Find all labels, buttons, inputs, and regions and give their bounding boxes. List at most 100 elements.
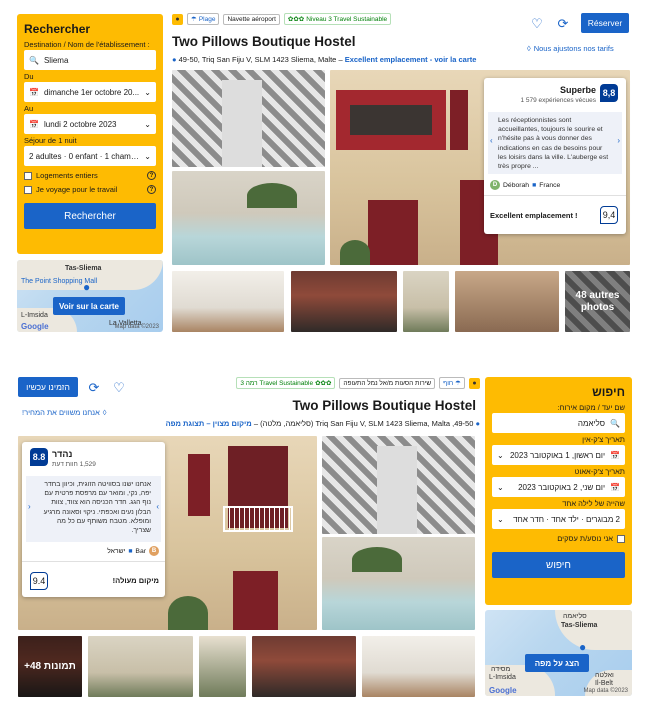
checkout-date-field[interactable]: 📅 יום שני, 2 באוקטובר 2023 ⌄ [492,477,625,497]
calendar-icon: 📅 [610,450,620,460]
map-link[interactable]: מיקום מצוין – תצוגת מפה [166,419,252,428]
photo-thumbnail[interactable] [403,271,449,332]
price-match-link[interactable]: ◊ Nous ajustons nos tarifs [527,44,614,53]
map-pin-icon: ● [579,640,587,654]
leaf-icon: ✿✿✿ [287,16,305,23]
review-prev-arrow[interactable]: ‹ [490,136,493,145]
umbrella-icon: ☂ [455,380,461,387]
search-button[interactable]: חיפוש [492,552,625,578]
checkout-label: Au [24,104,34,113]
review-next-arrow[interactable]: › [617,136,620,145]
calendar-icon: 📅 [610,482,620,492]
checkout-label: תאריך צ'ק-אאוט [574,467,626,476]
heart-icon[interactable]: ♡ [110,379,128,397]
hotel-name: Two Pillows Boutique Hostel [292,398,476,413]
photo-thumbnail[interactable] [455,271,559,332]
more-photos-label: +48 תמונות [18,636,82,697]
more-photos-label: 48 autres photos [565,271,630,332]
guests-select[interactable]: 2 מבוגרים · ילד אחד · חדר אחד ⌄ [492,509,625,529]
more-photos-thumbnail[interactable]: +48 תמונות [18,636,82,697]
photo-thumbnail[interactable] [88,636,193,697]
hotel-address: ● 49-50, Triq San Fiju V, SLM 1423 Sliem… [165,419,480,428]
destination-label: Destination / Nom de l'établissement : [24,40,150,49]
photo-tiled-corridor[interactable] [322,436,475,534]
review-next-arrow[interactable]: › [156,502,159,511]
shuttle-tag: שירות הסעות מ/אל נמל התעופה [339,377,436,389]
chevron-down-icon: ⌄ [144,87,151,97]
stay-length-label: שהייה של לילה אחד [562,499,625,508]
property-tags: ● ☂ Plage Navette aéroport ✿✿✿ Niveau 3 Tr… [172,13,392,25]
share-icon[interactable]: ⟳ [85,379,103,397]
photo-thumbnail[interactable] [362,636,475,697]
heart-icon[interactable]: ♡ [528,15,546,33]
map-area-label: L-Imsida [21,312,48,319]
shuttle-tag: Navette aéroport [223,13,280,25]
photo-thumbnail[interactable] [291,271,397,332]
location-rating-label: Excellent emplacement ! [490,211,578,220]
reserve-button[interactable]: הזמינו עכשיו [18,377,78,397]
map-area-label: L-Imsida [489,674,516,681]
balcony-railing [223,506,293,532]
search-button[interactable]: Rechercher [24,203,156,229]
plants [340,240,370,265]
tag-icon: ◊ [102,408,107,417]
photo-pool-terrace[interactable] [322,537,475,630]
photo-tiled-corridor[interactable] [172,70,325,167]
checkin-label: תאריך צ'ק-אין [582,435,625,444]
show-on-map-button[interactable]: Voir sur la carte [53,297,125,315]
map-city-label: סליאמה [563,613,587,620]
map-link[interactable]: Excellent emplacement - voir la carte [345,55,477,64]
work-travel-checkbox[interactable]: Je voyage pour le travail ? [24,185,156,194]
photo-pool-terrace[interactable] [172,171,325,265]
google-logo: Google [489,686,517,695]
map-city-label: Tas-Sliema [65,265,102,272]
google-logo: Google [21,322,49,331]
reserve-button[interactable]: Réserver [581,13,629,33]
destination-input[interactable]: 🔍 סליאמה [492,413,625,433]
photo-thumbnail[interactable] [252,636,356,697]
destination-label: שם יעד / מקום אירוח: [557,403,625,412]
review-prev-arrow[interactable]: ‹ [28,502,31,511]
map-preview[interactable]: Tas-Sliema The Point Shopping Mall L-Ims… [17,260,163,332]
guests-select[interactable]: 2 adultes · 0 enfant · 1 chambre ⌄ [24,146,156,166]
review-score-badge: 8.8 [30,448,48,466]
photo-thumbnail[interactable] [199,636,246,697]
info-icon[interactable]: ? [147,171,156,180]
location-score-badge: 9.4 [30,572,48,590]
map-preview[interactable]: סליאמה Tas-Sliema מסידה L-Imsida ואלטה I… [485,610,632,696]
share-icon[interactable]: ⟳ [554,15,572,33]
flag-icon: ■ [128,547,133,555]
price-match-link[interactable]: ◊ אנחנו משווים את המחיר! [22,408,107,417]
search-title: Rechercher [24,22,91,36]
checkbox-box[interactable] [24,171,32,180]
info-icon[interactable]: ? [147,185,156,194]
search-icon: 🔍 [610,418,620,428]
checkin-date-field[interactable]: 📅 dimanche 1er octobre 20... ⌄ [24,82,156,102]
review-quote: Les réceptionnistes sont accueillantes, … [488,112,622,174]
destination-input[interactable]: 🔍 Sliema [24,50,156,70]
business-travel-checkbox[interactable]: אני נוסע/ת עסקים [492,534,625,543]
review-count: 1,529 חוות דעת [52,461,96,468]
location-pin-icon: ● [475,419,480,428]
checkin-date-field[interactable]: 📅 יום ראשון, 1 באוקטובר 2023 ⌄ [492,445,625,465]
checkin-label: Du [24,72,34,81]
chevron-down-icon: ⌄ [497,482,504,492]
search-panel: Rechercher Destination / Nom de l'établi… [17,14,163,254]
entire-homes-checkbox[interactable]: Logements entiers ? [24,171,156,180]
sustainable-tag: ✿✿✿ Niveau 3 Travel Sustainable [283,13,392,25]
search-icon: 🔍 [29,55,39,65]
location-pin-icon: ● [172,55,177,64]
more-photos-thumbnail[interactable]: 48 autres photos [565,271,630,332]
location-rating-label: מיקום מעולה! [112,576,159,585]
reviewer: D Déborah ■ France [490,180,560,190]
checkbox-box[interactable] [24,185,32,194]
show-on-map-button[interactable]: הצג על מפה [525,654,589,672]
checkbox-box[interactable] [617,534,625,543]
tag-icon: ◊ [527,44,531,53]
chevron-down-icon: ⌄ [144,151,151,161]
photo-thumbnail[interactable] [172,271,284,332]
chevron-down-icon: ⌄ [144,119,151,129]
umbrella-icon: ☂ [191,16,197,23]
checkout-date-field[interactable]: 📅 lundi 2 octobre 2023 ⌄ [24,114,156,134]
avatar: D [490,180,500,190]
